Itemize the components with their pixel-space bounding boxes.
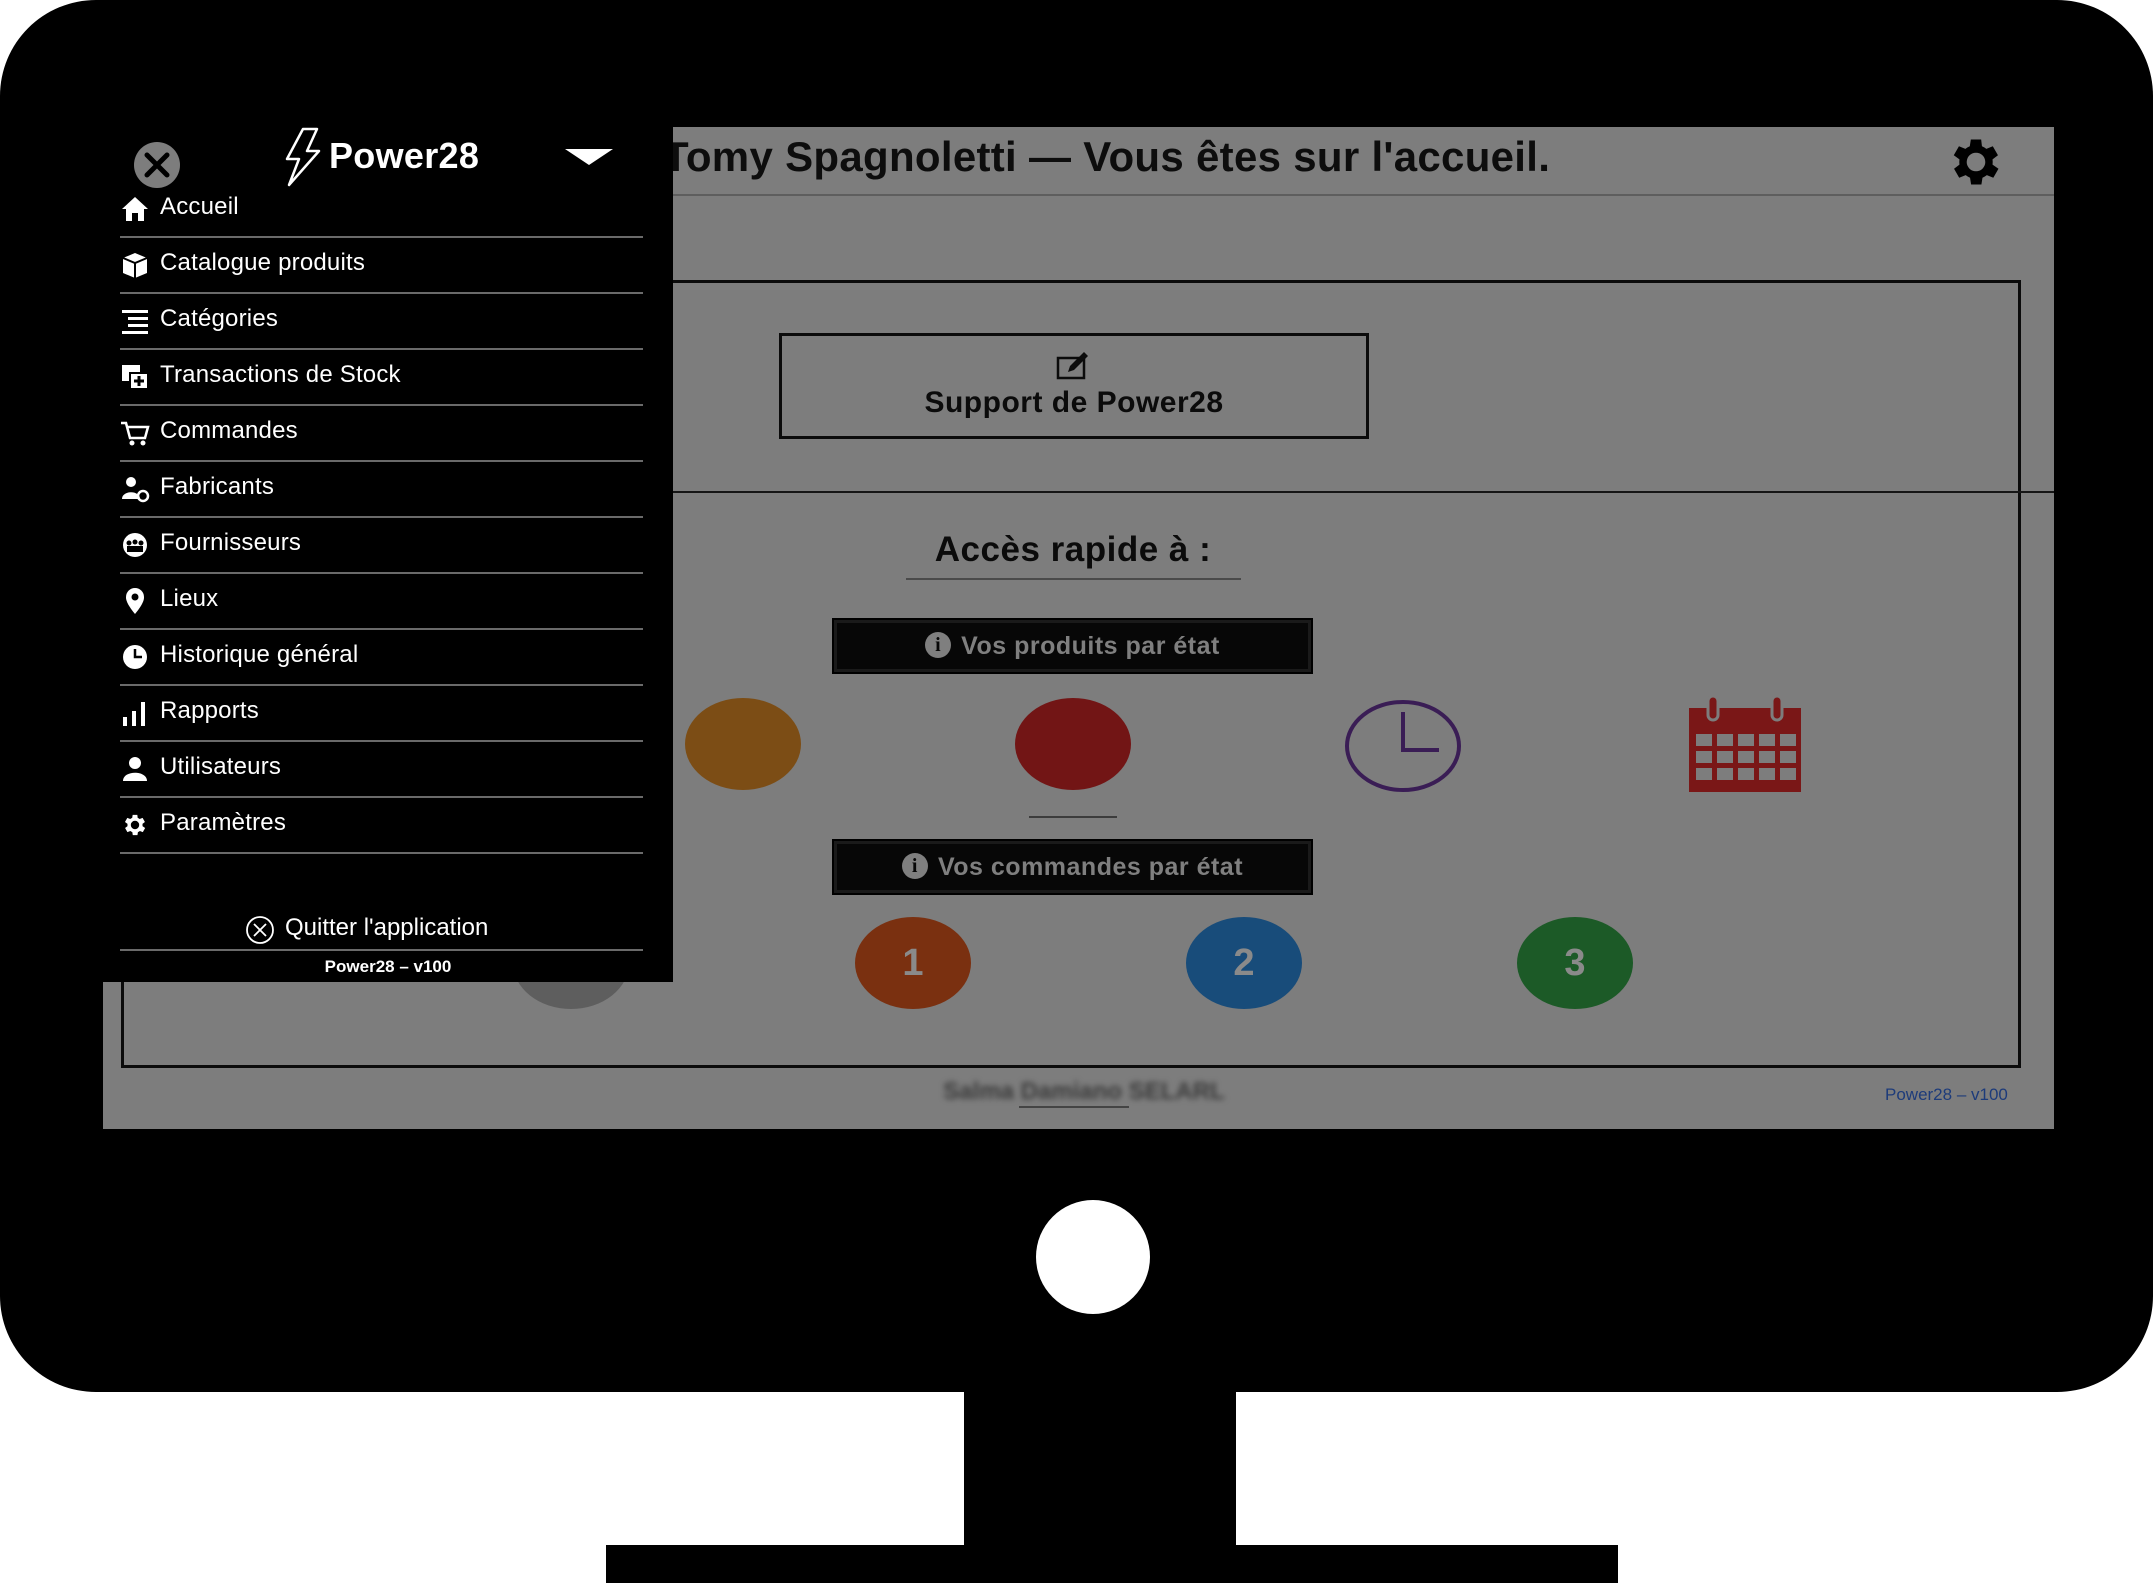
menu-item-label: Fabricants xyxy=(160,473,275,500)
order-state-3[interactable]: 3 xyxy=(1517,917,1633,1009)
menu-list: Accueil Catalogue produits Catégories Tr… xyxy=(120,182,643,854)
menu-item-label: Rapports xyxy=(160,697,259,724)
history-icon xyxy=(123,645,147,669)
menu-item-label: Accueil xyxy=(160,193,239,220)
menu-item-catalogue[interactable]: Catalogue produits xyxy=(120,238,643,294)
menu-item-fournisseurs[interactable]: Fournisseurs xyxy=(120,518,643,574)
user-icon xyxy=(123,757,147,781)
orders-by-state-label: Vos commandes par état xyxy=(937,853,1244,881)
chevron-down-icon[interactable] xyxy=(565,149,613,165)
quit-label: Quitter l'application xyxy=(285,914,489,941)
product-state-red[interactable] xyxy=(1015,698,1131,790)
menu-item-fabricants[interactable]: Fabricants xyxy=(120,462,643,518)
menu-item-rapports[interactable]: Rapports xyxy=(120,686,643,742)
gear-icon xyxy=(124,814,146,836)
menu-item-commandes[interactable]: Commandes xyxy=(120,406,643,462)
order-state-2[interactable]: 2 xyxy=(1186,917,1302,1009)
list-icon xyxy=(122,310,148,334)
monitor-frame: Tomy Spagnoletti — Vous êtes sur l'accue… xyxy=(0,0,2153,1392)
monitor-stand-neck xyxy=(964,1386,1236,1548)
power-button xyxy=(1036,1200,1150,1314)
menu-version: Power28 – v100 xyxy=(324,957,452,976)
menu-item-label: Paramètres xyxy=(160,809,287,836)
side-menu: Power28 Accueil Catalogue produits Catég… xyxy=(103,127,673,982)
info-icon: i xyxy=(901,853,928,880)
quick-access-underline xyxy=(906,578,1241,580)
monitor-stand-base xyxy=(606,1545,1618,1583)
menu-item-label: Catalogue produits xyxy=(160,249,366,276)
products-by-state-button[interactable]: i Vos produits par état xyxy=(832,618,1313,674)
page-title: Tomy Spagnoletti — Vous êtes sur l'accue… xyxy=(663,133,1551,180)
menu-divider xyxy=(120,949,643,951)
map-pin-icon xyxy=(126,588,144,614)
footer-version: Power28 – v100 xyxy=(1885,1085,2008,1104)
menu-item-lieux[interactable]: Lieux xyxy=(120,574,643,630)
menu-item-utilisateurs[interactable]: Utilisateurs xyxy=(120,742,643,798)
bar-chart-icon xyxy=(123,702,145,726)
section-divider xyxy=(673,491,2054,493)
menu-item-label: Utilisateurs xyxy=(160,753,282,780)
menu-item-historique[interactable]: Historique général xyxy=(120,630,643,686)
order-state-1[interactable]: 1 xyxy=(855,917,971,1009)
gear-icon[interactable] xyxy=(1945,131,2007,193)
menu-item-transactions[interactable]: Transactions de Stock xyxy=(120,350,643,406)
menu-item-parametres[interactable]: Paramètres xyxy=(120,798,643,854)
menu-item-label: Transactions de Stock xyxy=(160,361,401,388)
footer-company: Salma Damiano SELARL xyxy=(943,1078,1225,1105)
info-icon: i xyxy=(925,632,952,659)
home-icon xyxy=(122,197,148,221)
products-by-state-label: Vos produits par état xyxy=(961,632,1220,660)
menu-item-label: Catégories xyxy=(160,305,279,332)
menu-item-label: Historique général xyxy=(160,641,359,668)
manufacturer-icon xyxy=(122,477,150,503)
app-screen: Tomy Spagnoletti — Vous êtes sur l'accue… xyxy=(103,127,2054,1129)
lightning-icon xyxy=(285,127,321,187)
quick-access-title: Accès rapide à : xyxy=(934,530,1212,569)
product-state-orange[interactable] xyxy=(685,698,801,790)
menu-item-label: Fournisseurs xyxy=(160,529,302,556)
support-label: Support de Power28 xyxy=(924,386,1224,419)
edit-icon xyxy=(1056,352,1088,380)
clock-icon[interactable] xyxy=(1343,698,1463,794)
footer-underline xyxy=(1019,1106,1129,1108)
stock-transfer-icon xyxy=(122,365,149,390)
close-circle-icon xyxy=(246,916,274,944)
red-state-underline xyxy=(1029,816,1117,818)
menu-item-label: Lieux xyxy=(160,585,219,612)
calendar-icon[interactable] xyxy=(1686,696,1804,794)
menu-item-accueil[interactable]: Accueil xyxy=(120,182,643,238)
supplier-icon xyxy=(123,533,147,557)
menu-item-categories[interactable]: Catégories xyxy=(120,294,643,350)
cart-icon xyxy=(121,421,150,446)
brand-name: Power28 xyxy=(329,135,480,176)
box-icon xyxy=(122,253,148,278)
orders-by-state-button[interactable]: i Vos commandes par état xyxy=(832,839,1313,895)
menu-item-label: Commandes xyxy=(160,417,298,444)
support-button[interactable]: Support de Power28 xyxy=(779,333,1369,439)
